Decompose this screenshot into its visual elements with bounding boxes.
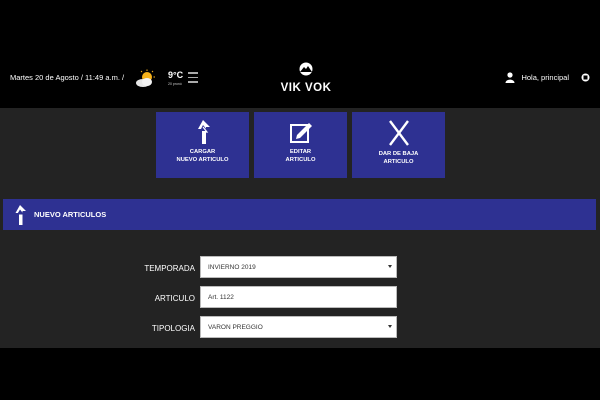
temporada-select[interactable]: INVIERNO 2019 — [200, 256, 397, 278]
chevron-down-icon — [388, 325, 392, 328]
tile-label: DAR DE BAJA ARTICULO — [378, 151, 419, 165]
temporada-label: TEMPORADA — [144, 264, 195, 273]
tipologia-value: VARON PREGGIO — [208, 323, 263, 331]
date-time: Martes 20 de Agosto / 11:49 a.m. / — [10, 73, 125, 82]
articulo-input[interactable]: Art. 1122 — [200, 286, 397, 308]
temporada-value: INVIERNO 2019 — [208, 263, 256, 271]
tile-label: EDITAR ARTICULO — [285, 149, 316, 163]
section-title: NUEVO ARTICULOS — [34, 210, 107, 219]
articulo-label: ARTICULO — [154, 294, 195, 303]
main-content: CARGAR NUEVO ARTICULO EDITAR ARTICULO DA… — [0, 108, 600, 348]
tipologia-select[interactable]: VARON PREGGIO — [200, 316, 397, 338]
temperature-subtext: 20 pronó — [168, 82, 182, 86]
edit-article-tile[interactable]: EDITAR ARTICULO — [254, 112, 347, 178]
greeting: Hola, principal — [521, 73, 569, 82]
top-bar: Martes 20 de Agosto / 11:49 a.m. / 9°C 2… — [0, 52, 600, 108]
logo-text: VIK VOK — [280, 82, 332, 94]
temperature: 9°C — [168, 70, 184, 80]
user-menu[interactable]: Hola, principal — [505, 72, 590, 83]
double-up-arrow-icon — [15, 204, 26, 225]
edit-icon — [289, 123, 312, 143]
section-header: NUEVO ARTICULOS — [3, 199, 596, 230]
load-new-article-tile[interactable]: CARGAR NUEVO ARTICULO — [156, 112, 249, 178]
logo-mark-icon — [299, 62, 313, 76]
x-icon — [388, 120, 409, 146]
user-icon — [505, 72, 515, 83]
double-up-arrow-icon — [197, 120, 210, 144]
logo[interactable]: VIK VOK — [278, 62, 334, 98]
partly-cloudy-icon — [136, 69, 155, 87]
chevron-down-icon — [388, 265, 392, 268]
wind-icon — [188, 69, 202, 91]
delete-article-tile[interactable]: DAR DE BAJA ARTICULO — [352, 112, 445, 178]
power-icon[interactable] — [581, 73, 590, 82]
tile-label: CARGAR NUEVO ARTICULO — [176, 149, 229, 163]
articulo-value: Art. 1122 — [208, 293, 234, 301]
tipologia-label: TIPOLOGIA — [151, 324, 195, 333]
